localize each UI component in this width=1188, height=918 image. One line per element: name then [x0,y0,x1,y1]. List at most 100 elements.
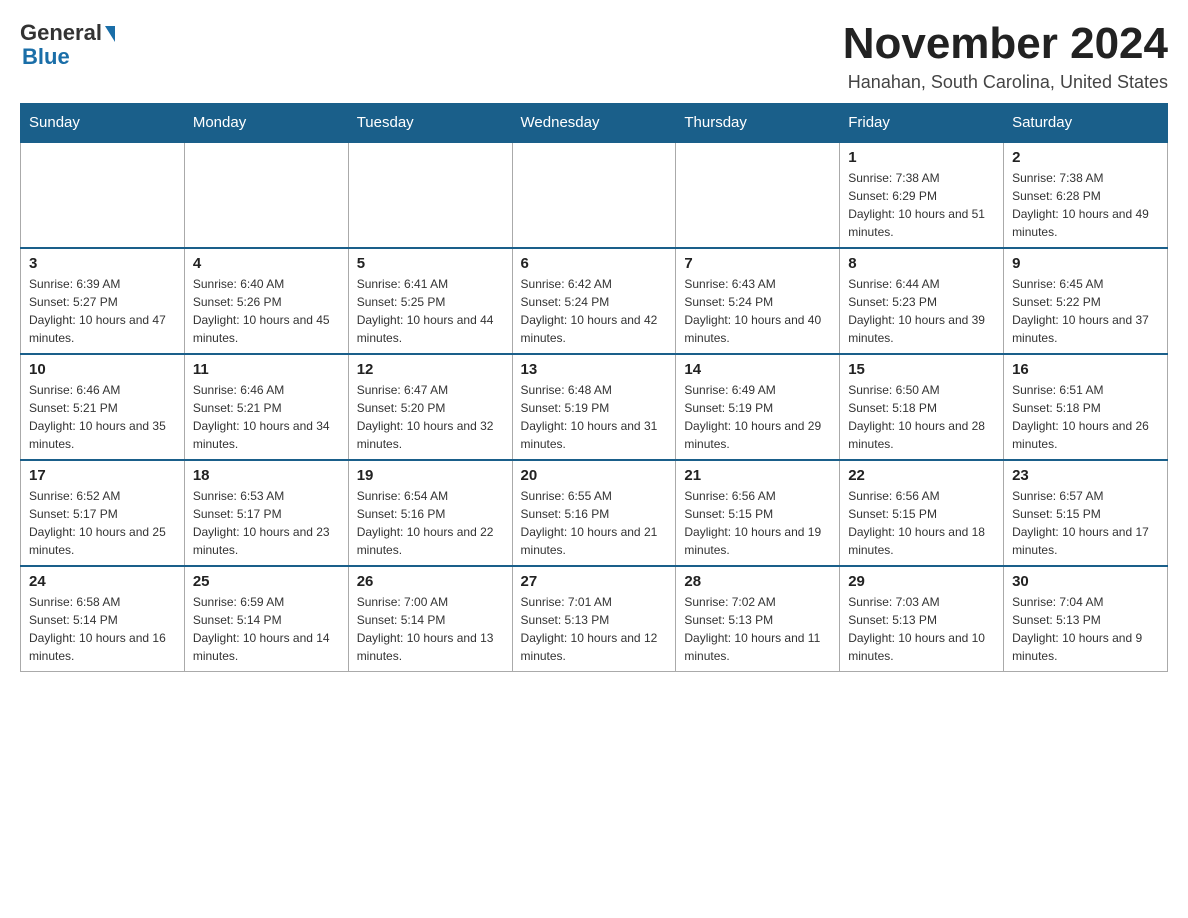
day-info: Sunrise: 6:56 AM Sunset: 5:15 PM Dayligh… [848,487,995,559]
day-info: Sunrise: 6:42 AM Sunset: 5:24 PM Dayligh… [521,275,668,347]
calendar-cell: 5Sunrise: 6:41 AM Sunset: 5:25 PM Daylig… [348,248,512,354]
day-number: 29 [848,573,995,590]
calendar-cell: 30 Sunrise: 7:04 AM Sunset: 5:13 PM Dayli… [1004,566,1168,672]
day-number: 20 [521,467,668,484]
day-number: 24 [29,573,176,590]
day-info: Sunrise: 7:01 AM Sunset: 5:13 PM Dayligh… [521,593,668,665]
day-number: 11 [193,361,340,378]
day-number: 19 [357,467,504,484]
title-area: November 2024 Hanahan, South Carolina, U… [843,20,1168,93]
calendar-cell: 2 Sunrise: 7:38 AM Sunset: 6:28 PM Daylig… [1004,142,1168,248]
calendar-header-tuesday: Tuesday [348,104,512,143]
day-info: Sunrise: 6:44 AM Sunset: 5:23 PM Dayligh… [848,275,995,347]
calendar-cell: 13 Sunrise: 6:48 AM Sunset: 5:19 PM Dayli… [512,354,676,460]
calendar-cell: 22 Sunrise: 6:56 AM Sunset: 5:15 PM Dayli… [840,460,1004,566]
calendar-cell: 10 Sunrise: 6:46 AM Sunset: 5:21 PM Dayli… [21,354,185,460]
day-info: Sunrise: 7:38 AM Sunset: 6:29 PM Dayligh… [848,169,995,241]
day-number: 12 [357,361,504,378]
calendar-cell: 14 Sunrise: 6:49 AM Sunset: 5:19 PM Dayli… [676,354,840,460]
day-info: Sunrise: 6:51 AM Sunset: 5:18 PM Dayligh… [1012,381,1159,453]
day-number: 14 [684,361,831,378]
calendar-cell: 17 Sunrise: 6:52 AM Sunset: 5:17 PM Dayli… [21,460,185,566]
day-number: 8 [848,255,995,272]
calendar-cell: 28 Sunrise: 7:02 AM Sunset: 5:13 PM Dayli… [676,566,840,672]
calendar-cell: 21 Sunrise: 6:56 AM Sunset: 5:15 PM Dayli… [676,460,840,566]
day-number: 9 [1012,255,1159,272]
header: General Blue November 2024 Hanahan, Sout… [20,20,1168,93]
calendar-cell: 26 Sunrise: 7:00 AM Sunset: 5:14 PM Dayli… [348,566,512,672]
calendar-cell: 24 Sunrise: 6:58 AM Sunset: 5:14 PM Dayli… [21,566,185,672]
day-info: Sunrise: 6:53 AM Sunset: 5:17 PM Dayligh… [193,487,340,559]
page-title: November 2024 [843,20,1168,68]
calendar-header-thursday: Thursday [676,104,840,143]
day-info: Sunrise: 7:04 AM Sunset: 5:13 PM Dayligh… [1012,593,1159,665]
logo-general: General [20,20,102,46]
day-info: Sunrise: 7:02 AM Sunset: 5:13 PM Dayligh… [684,593,831,665]
day-number: 28 [684,573,831,590]
day-number: 23 [1012,467,1159,484]
calendar-cell: 23Sunrise: 6:57 AM Sunset: 5:15 PM Dayli… [1004,460,1168,566]
day-info: Sunrise: 6:39 AM Sunset: 5:27 PM Dayligh… [29,275,176,347]
day-info: Sunrise: 6:47 AM Sunset: 5:20 PM Dayligh… [357,381,504,453]
day-number: 3 [29,255,176,272]
calendar-header-saturday: Saturday [1004,104,1168,143]
calendar-cell: 9Sunrise: 6:45 AM Sunset: 5:22 PM Daylig… [1004,248,1168,354]
calendar-cell: 8 Sunrise: 6:44 AM Sunset: 5:23 PM Daylig… [840,248,1004,354]
calendar-cell [184,142,348,248]
calendar-cell: 1Sunrise: 7:38 AM Sunset: 6:29 PM Daylig… [840,142,1004,248]
day-number: 30 [1012,573,1159,590]
day-info: Sunrise: 6:48 AM Sunset: 5:19 PM Dayligh… [521,381,668,453]
calendar-header-friday: Friday [840,104,1004,143]
day-info: Sunrise: 6:40 AM Sunset: 5:26 PM Dayligh… [193,275,340,347]
calendar-cell: 3 Sunrise: 6:39 AM Sunset: 5:27 PM Daylig… [21,248,185,354]
calendar-cell [512,142,676,248]
logo: General Blue [20,20,115,70]
logo-blue: Blue [22,44,70,70]
calendar-cell [676,142,840,248]
day-info: Sunrise: 6:55 AM Sunset: 5:16 PM Dayligh… [521,487,668,559]
logo-arrow-icon [105,26,115,42]
week-row-3: 10 Sunrise: 6:46 AM Sunset: 5:21 PM Dayli… [21,354,1168,460]
day-info: Sunrise: 6:46 AM Sunset: 5:21 PM Dayligh… [29,381,176,453]
day-info: Sunrise: 7:38 AM Sunset: 6:28 PM Dayligh… [1012,169,1159,241]
calendar-cell: 27 Sunrise: 7:01 AM Sunset: 5:13 PM Dayli… [512,566,676,672]
calendar-table: SundayMondayTuesdayWednesdayThursdayFrid… [20,103,1168,672]
calendar-header-wednesday: Wednesday [512,104,676,143]
day-number: 18 [193,467,340,484]
day-info: Sunrise: 7:00 AM Sunset: 5:14 PM Dayligh… [357,593,504,665]
calendar-cell: 29 Sunrise: 7:03 AM Sunset: 5:13 PM Dayli… [840,566,1004,672]
day-number: 13 [521,361,668,378]
day-number: 27 [521,573,668,590]
day-number: 2 [1012,149,1159,166]
day-info: Sunrise: 6:49 AM Sunset: 5:19 PM Dayligh… [684,381,831,453]
calendar-cell: 19Sunrise: 6:54 AM Sunset: 5:16 PM Dayli… [348,460,512,566]
day-number: 21 [684,467,831,484]
calendar-cell: 20 Sunrise: 6:55 AM Sunset: 5:16 PM Dayli… [512,460,676,566]
calendar-cell: 25Sunrise: 6:59 AM Sunset: 5:14 PM Dayli… [184,566,348,672]
day-number: 10 [29,361,176,378]
calendar-cell: 18 Sunrise: 6:53 AM Sunset: 5:17 PM Dayli… [184,460,348,566]
day-number: 25 [193,573,340,590]
day-info: Sunrise: 6:50 AM Sunset: 5:18 PM Dayligh… [848,381,995,453]
calendar-cell: 4Sunrise: 6:40 AM Sunset: 5:26 PM Daylig… [184,248,348,354]
day-info: Sunrise: 6:43 AM Sunset: 5:24 PM Dayligh… [684,275,831,347]
day-number: 15 [848,361,995,378]
calendar-cell: 15 Sunrise: 6:50 AM Sunset: 5:18 PM Dayli… [840,354,1004,460]
calendar-cell [348,142,512,248]
week-row-2: 3 Sunrise: 6:39 AM Sunset: 5:27 PM Daylig… [21,248,1168,354]
day-info: Sunrise: 6:52 AM Sunset: 5:17 PM Dayligh… [29,487,176,559]
day-number: 22 [848,467,995,484]
day-number: 16 [1012,361,1159,378]
calendar-cell: 16 Sunrise: 6:51 AM Sunset: 5:18 PM Dayli… [1004,354,1168,460]
calendar-cell [21,142,185,248]
day-number: 17 [29,467,176,484]
day-info: Sunrise: 7:03 AM Sunset: 5:13 PM Dayligh… [848,593,995,665]
day-info: Sunrise: 6:56 AM Sunset: 5:15 PM Dayligh… [684,487,831,559]
day-number: 6 [521,255,668,272]
week-row-5: 24 Sunrise: 6:58 AM Sunset: 5:14 PM Dayli… [21,566,1168,672]
day-number: 26 [357,573,504,590]
day-info: Sunrise: 6:58 AM Sunset: 5:14 PM Dayligh… [29,593,176,665]
calendar-cell: 6 Sunrise: 6:42 AM Sunset: 5:24 PM Daylig… [512,248,676,354]
page-subtitle: Hanahan, South Carolina, United States [843,72,1168,93]
day-number: 5 [357,255,504,272]
